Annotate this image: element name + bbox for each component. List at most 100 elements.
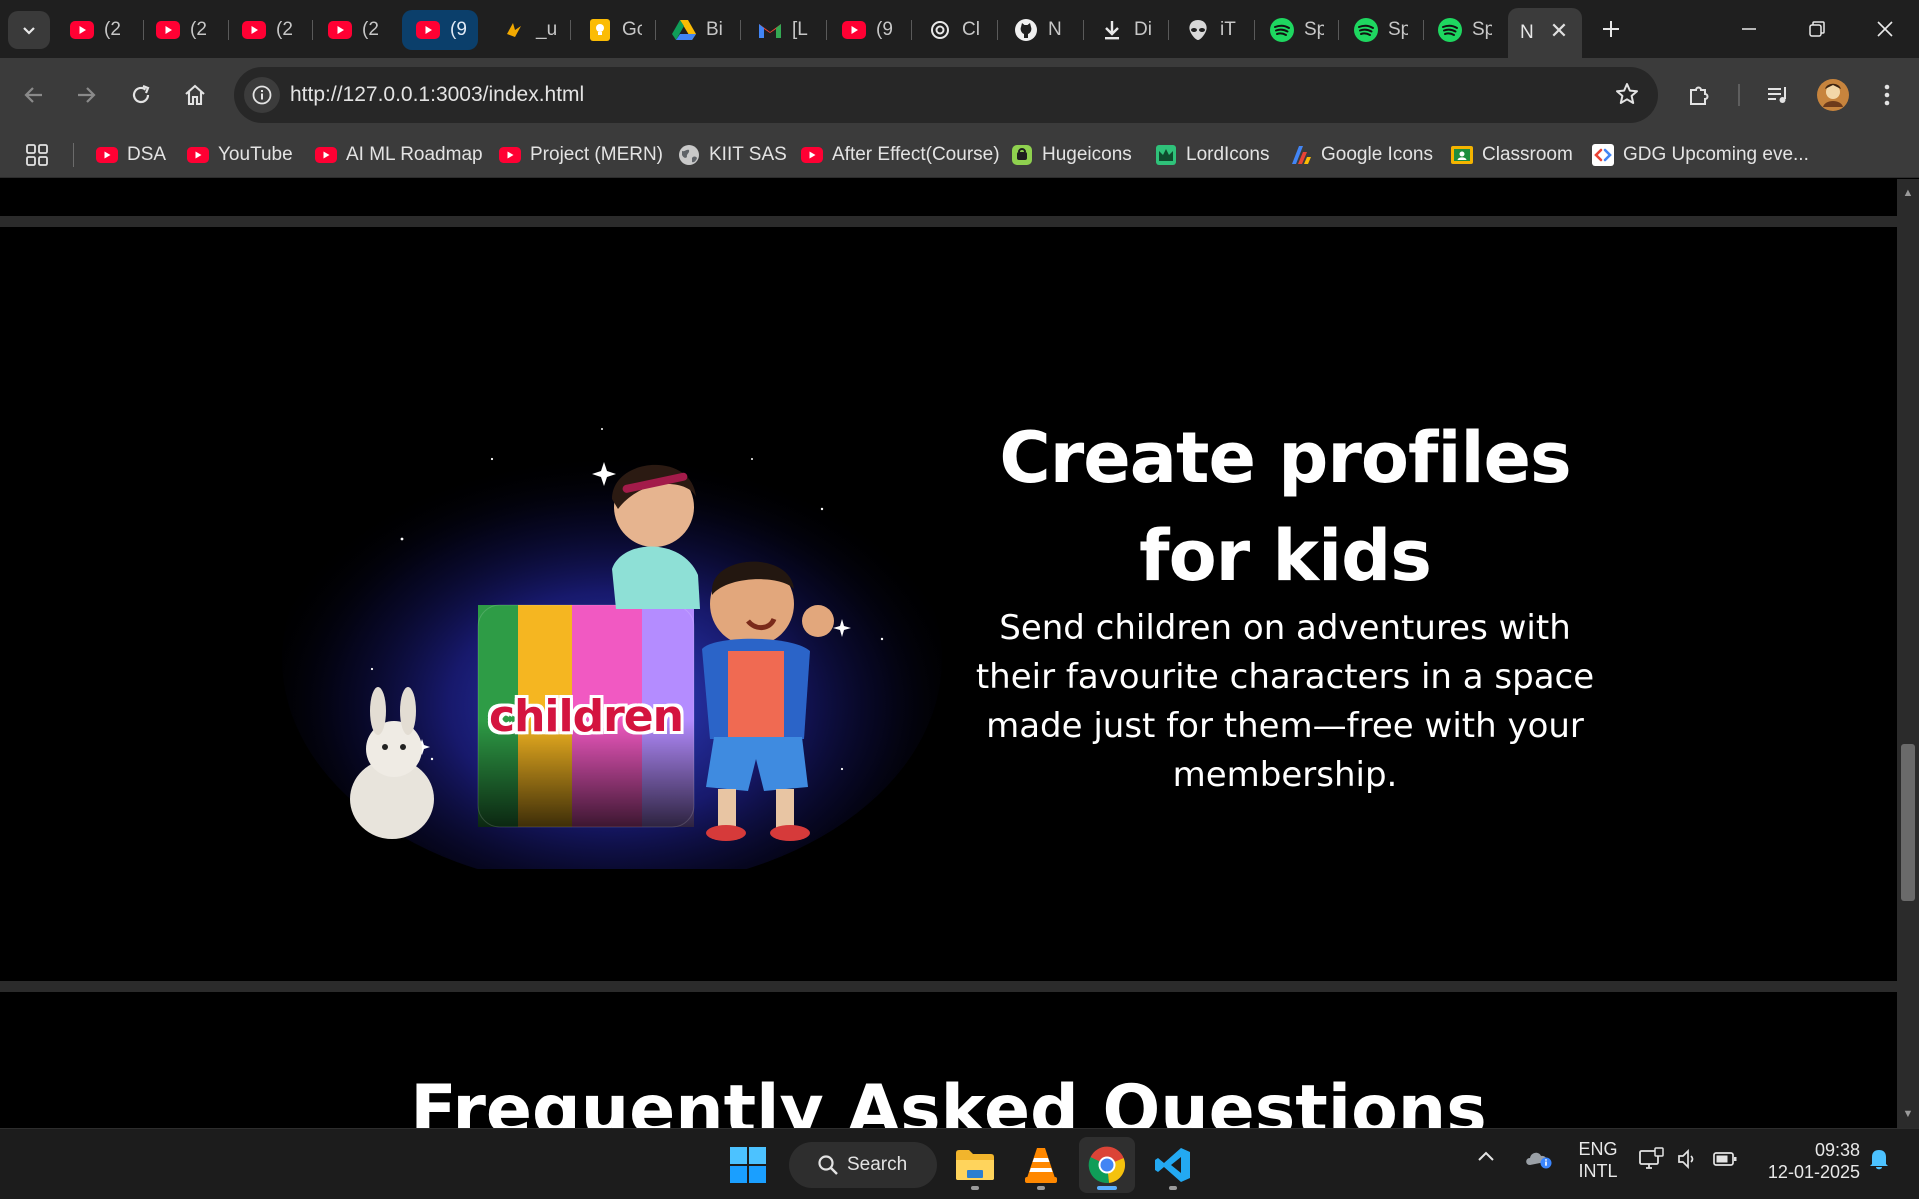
scrollbar-thumb[interactable] (1901, 744, 1915, 901)
plus-icon (1603, 21, 1619, 37)
show-hidden-icons-button[interactable] (1476, 1147, 1496, 1172)
bookmark-project-mern[interactable]: Project (MERN) (499, 142, 663, 168)
vlc-button[interactable] (1013, 1137, 1069, 1193)
vscode-button[interactable] (1145, 1137, 1201, 1193)
tab-strip: (2 (2 (2 (2 (9 _u Gc Bi [L (9 Cl N Di iT… (0, 0, 1919, 58)
bookmark-lordicons[interactable]: LordIcons (1155, 142, 1269, 168)
browser-tab[interactable]: N (1000, 10, 1068, 50)
site-info-button[interactable] (244, 77, 280, 113)
bookmark-ai-ml-roadmap[interactable]: AI ML Roadmap (315, 142, 483, 168)
sound-icon (502, 18, 526, 42)
bookmark-gdg-upcoming-events[interactable]: GDG Upcoming eve... (1592, 142, 1809, 168)
active-tab[interactable]: N ✕ (1508, 8, 1582, 58)
cloud-info-icon (1526, 1152, 1552, 1169)
apps-button[interactable] (26, 142, 48, 168)
bookmark-after-effect-course[interactable]: After Effect(Course) (801, 142, 1000, 168)
scroll-up-arrow-icon[interactable]: ▲ (1902, 187, 1914, 199)
bookmark-label: KIIT SAS (709, 144, 787, 165)
bookmark-google-icons[interactable]: Google Icons (1290, 142, 1433, 168)
youtube-icon (242, 18, 266, 42)
github-icon (1014, 18, 1038, 42)
browser-tab[interactable]: (2 (314, 10, 382, 50)
language-code: ENG (1578, 1139, 1618, 1159)
close-window-button[interactable] (1851, 0, 1919, 58)
browser-tab[interactable]: Sp (1256, 10, 1324, 50)
windows-start-icon (730, 1147, 766, 1183)
browser-tab[interactable]: [L (744, 10, 812, 50)
reload-button[interactable] (121, 75, 161, 115)
reload-icon (132, 84, 150, 104)
browser-tab[interactable]: Sp (1340, 10, 1408, 50)
youtube-icon (842, 18, 866, 42)
tab-title: (9 (450, 19, 467, 40)
home-button[interactable] (175, 75, 215, 115)
forward-button[interactable] (66, 75, 106, 115)
extensions-button[interactable] (1679, 75, 1719, 115)
browser-tab[interactable]: Bi (658, 10, 726, 50)
browser-tab[interactable]: iT (1172, 10, 1240, 50)
tab-search-button[interactable] (8, 11, 50, 49)
browser-tab[interactable]: (2 (56, 10, 124, 50)
bookmark-label: Hugeicons (1042, 144, 1132, 165)
keyboard-layout: INTL (1578, 1161, 1618, 1181)
tab-title: Gc (622, 19, 642, 40)
bookmark-label: AI ML Roadmap (346, 144, 483, 165)
bookmark-label: Classroom (1482, 144, 1573, 165)
scroll-down-arrow-icon[interactable]: ▼ (1902, 1108, 1914, 1120)
close-icon (1877, 21, 1893, 37)
profile-avatar[interactable] (1813, 75, 1853, 115)
minimize-button[interactable] (1715, 0, 1783, 58)
bookmark-hugeicons[interactable]: Hugeicons (1011, 142, 1132, 168)
browser-tab[interactable]: (9 (828, 10, 896, 50)
chrome-button[interactable] (1079, 1137, 1135, 1193)
arrow-left-icon (24, 87, 42, 103)
bookmark-classroom[interactable]: Classroom (1451, 142, 1573, 168)
new-tab-button[interactable] (1579, 0, 1643, 58)
menu-button[interactable] (1867, 75, 1907, 115)
star-icon (1616, 83, 1638, 104)
browser-tab[interactable]: Gc (574, 10, 642, 50)
media-controls-button[interactable] (1758, 75, 1798, 115)
notifications-button[interactable] (1868, 1147, 1890, 1176)
bookmark-star-button[interactable] (1614, 81, 1640, 112)
browser-tab[interactable]: Di (1086, 10, 1154, 50)
language-indicator[interactable]: ENG INTL (1576, 1138, 1620, 1182)
page-scrollbar[interactable]: ▲ ▼ (1897, 179, 1919, 1128)
restore-button[interactable] (1783, 0, 1851, 58)
bookmark-label: Project (MERN) (530, 144, 664, 165)
clock-time: 09:38 (1814, 1140, 1860, 1160)
keep-icon (588, 18, 612, 42)
alien-icon (1186, 18, 1210, 42)
tab-title: N (1520, 22, 1534, 43)
gdg-icon (1592, 144, 1614, 166)
bookmark-youtube[interactable]: YouTube (187, 142, 293, 168)
system-tray-group[interactable] (1638, 1147, 1738, 1171)
back-button[interactable] (14, 75, 54, 115)
taskbar: Search ENG INTL 09:38 12-01-2025 (0, 1128, 1919, 1199)
url-text[interactable]: http://127.0.0.1:3003/index.html (290, 83, 584, 107)
browser-tab[interactable]: (2 (228, 10, 296, 50)
hugeicons-icon (1011, 144, 1033, 166)
close-tab-icon[interactable]: ✕ (1548, 20, 1570, 42)
page-viewport: children Create profiles for kids Send c… (0, 179, 1897, 1128)
browser-tab[interactable]: (2 (142, 10, 210, 50)
classroom-icon (1451, 144, 1473, 166)
vlc-icon (1025, 1148, 1057, 1183)
browser-tab[interactable]: Sp (1424, 10, 1492, 50)
tab-title: iT (1220, 19, 1236, 40)
browser-tab[interactable]: (9 (402, 10, 478, 50)
tab-title: N (1048, 19, 1062, 40)
address-bar[interactable]: http://127.0.0.1:3003/index.html (234, 67, 1658, 123)
youtube-icon (328, 18, 352, 42)
chevron-up-icon (1478, 1151, 1494, 1161)
browser-tab[interactable]: _u (488, 10, 556, 50)
onedrive-status-button[interactable] (1524, 1147, 1554, 1174)
chevron-down-icon (23, 27, 35, 35)
file-explorer-button[interactable] (947, 1137, 1003, 1193)
taskbar-search[interactable]: Search (789, 1142, 937, 1188)
bookmark-dsa[interactable]: DSA (96, 142, 166, 168)
browser-tab[interactable]: Cl (914, 10, 982, 50)
bookmark-kiit-sas[interactable]: KIIT SAS (678, 142, 787, 168)
start-button[interactable] (720, 1137, 776, 1193)
clock[interactable]: 09:38 12-01-2025 (1756, 1139, 1860, 1183)
